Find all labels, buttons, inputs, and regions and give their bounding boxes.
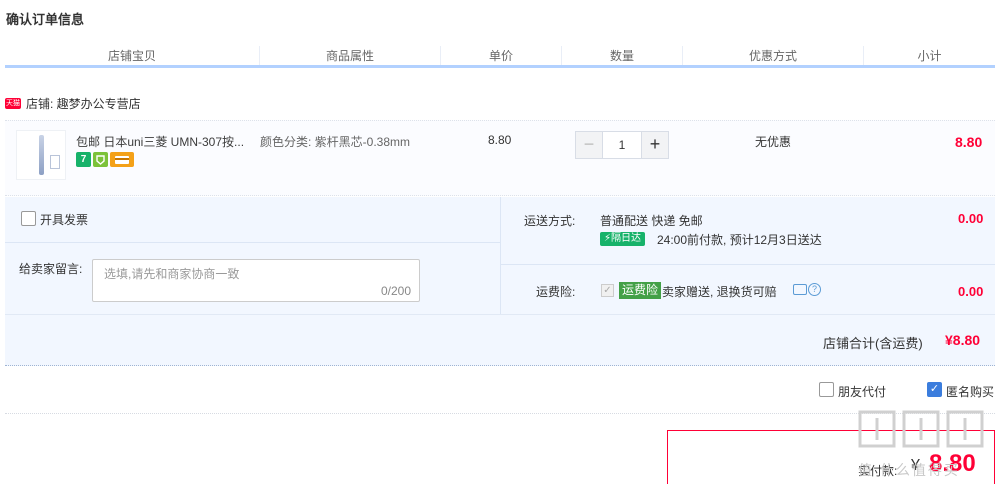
invoice-checkbox[interactable] [21,211,36,226]
pen-image [39,135,44,175]
column-header-discount: 优惠方式 [683,46,864,65]
divider [5,242,500,243]
seven-day-return-icon[interactable]: 7 [76,152,91,167]
insurance-fee: 0.00 [958,284,984,299]
divider [500,197,501,314]
invoice-label[interactable]: 开具发票 [40,211,88,228]
insurance-tag: 运费险 [619,282,662,299]
insurance-checkbox: ✓ [601,284,614,297]
shipping-fee: 0.00 [958,211,984,226]
next-day-label: 隔日达 [611,233,642,244]
order-extras-panel: 开具发票 给卖家留言: 选填,请先和商家协商一致 0/200 运送方式: 普通配… [5,197,995,314]
order-item-row: 包邮 日本uni三菱 UMN-307按... 7 颜色分类: 紫杆黑芯-0.38… [5,120,995,196]
divider [501,264,995,265]
decrease-quantity-button[interactable]: − [575,131,603,159]
divider [5,413,995,414]
column-header-quantity: 数量 [562,46,683,65]
unit-price: 8.80 [488,133,512,147]
anonymous-label[interactable]: 匿名购买 [946,383,994,400]
product-thumbnail[interactable] [16,130,66,180]
product-attribute: 颜色分类: 紫杆黑芯-0.38mm [260,135,411,149]
lightning-icon: ⚡ [604,233,612,244]
insurance-description: 卖家赠送, 退换货可赔 [662,285,777,299]
column-header-item: 店铺宝贝 [5,46,260,65]
quantity-stepper: − 1 + [575,131,669,159]
shop-total-value: ¥8.80 [945,332,981,348]
seller-message-counter: 0/200 [380,284,411,298]
item-subtotal: 8.80 [955,134,983,150]
chat-icon[interactable] [793,284,807,295]
quantity-input[interactable]: 1 [603,131,641,159]
seller-message-label: 给卖家留言: [19,262,83,276]
insurance-label: 运费险: [536,285,576,299]
column-header-attribute: 商品属性 [260,46,441,65]
shipping-method: 普通配送 快递 免邮 [600,214,703,228]
friend-pay-checkbox[interactable] [819,382,834,397]
next-day-delivery-badge: ⚡隔日达 [600,232,646,246]
order-table-header: 店铺宝贝 商品属性 单价 数量 优惠方式 小计 [5,46,995,68]
column-header-subtotal: 小计 [917,49,942,63]
shop-total-label: 店铺合计(含运费) [823,336,923,351]
delivery-estimate: 24:00前付款, 预计12月3日送达 [657,233,822,247]
increase-quantity-button[interactable]: + [641,131,669,159]
seller-message-placeholder: 选填,请先和商家协商一致 [104,267,240,281]
discount-method: 无优惠 [755,135,792,149]
shop-row: 天猫 店铺: 趣梦办公专营店 [5,94,141,112]
column-header-unit-price: 单价 [441,46,562,65]
watermark-text: 值 什么值得买 [858,462,960,478]
shipping-label: 运送方式: [524,214,576,228]
shop-total-bar: 店铺合计(含运费) ¥8.80 [5,314,995,366]
credit-card-icon[interactable] [110,152,134,167]
service-badges: 7 [76,152,134,167]
tmall-icon: 天猫 [5,97,21,109]
pen-box-image [50,155,60,169]
shop-name-link[interactable]: 店铺: 趣梦办公专营店 [26,95,141,112]
friend-pay-label[interactable]: 朋友代付 [838,383,886,400]
page-title: 确认订单信息 [6,12,85,27]
seller-message-textarea[interactable]: 选填,请先和商家协商一致 0/200 [92,259,420,302]
anonymous-checkbox[interactable]: ✓ [927,382,942,397]
guarantee-icon[interactable] [93,152,108,167]
help-icon[interactable]: ? [808,283,821,296]
product-title-link[interactable]: 包邮 日本uni三菱 UMN-307按... [76,133,244,150]
